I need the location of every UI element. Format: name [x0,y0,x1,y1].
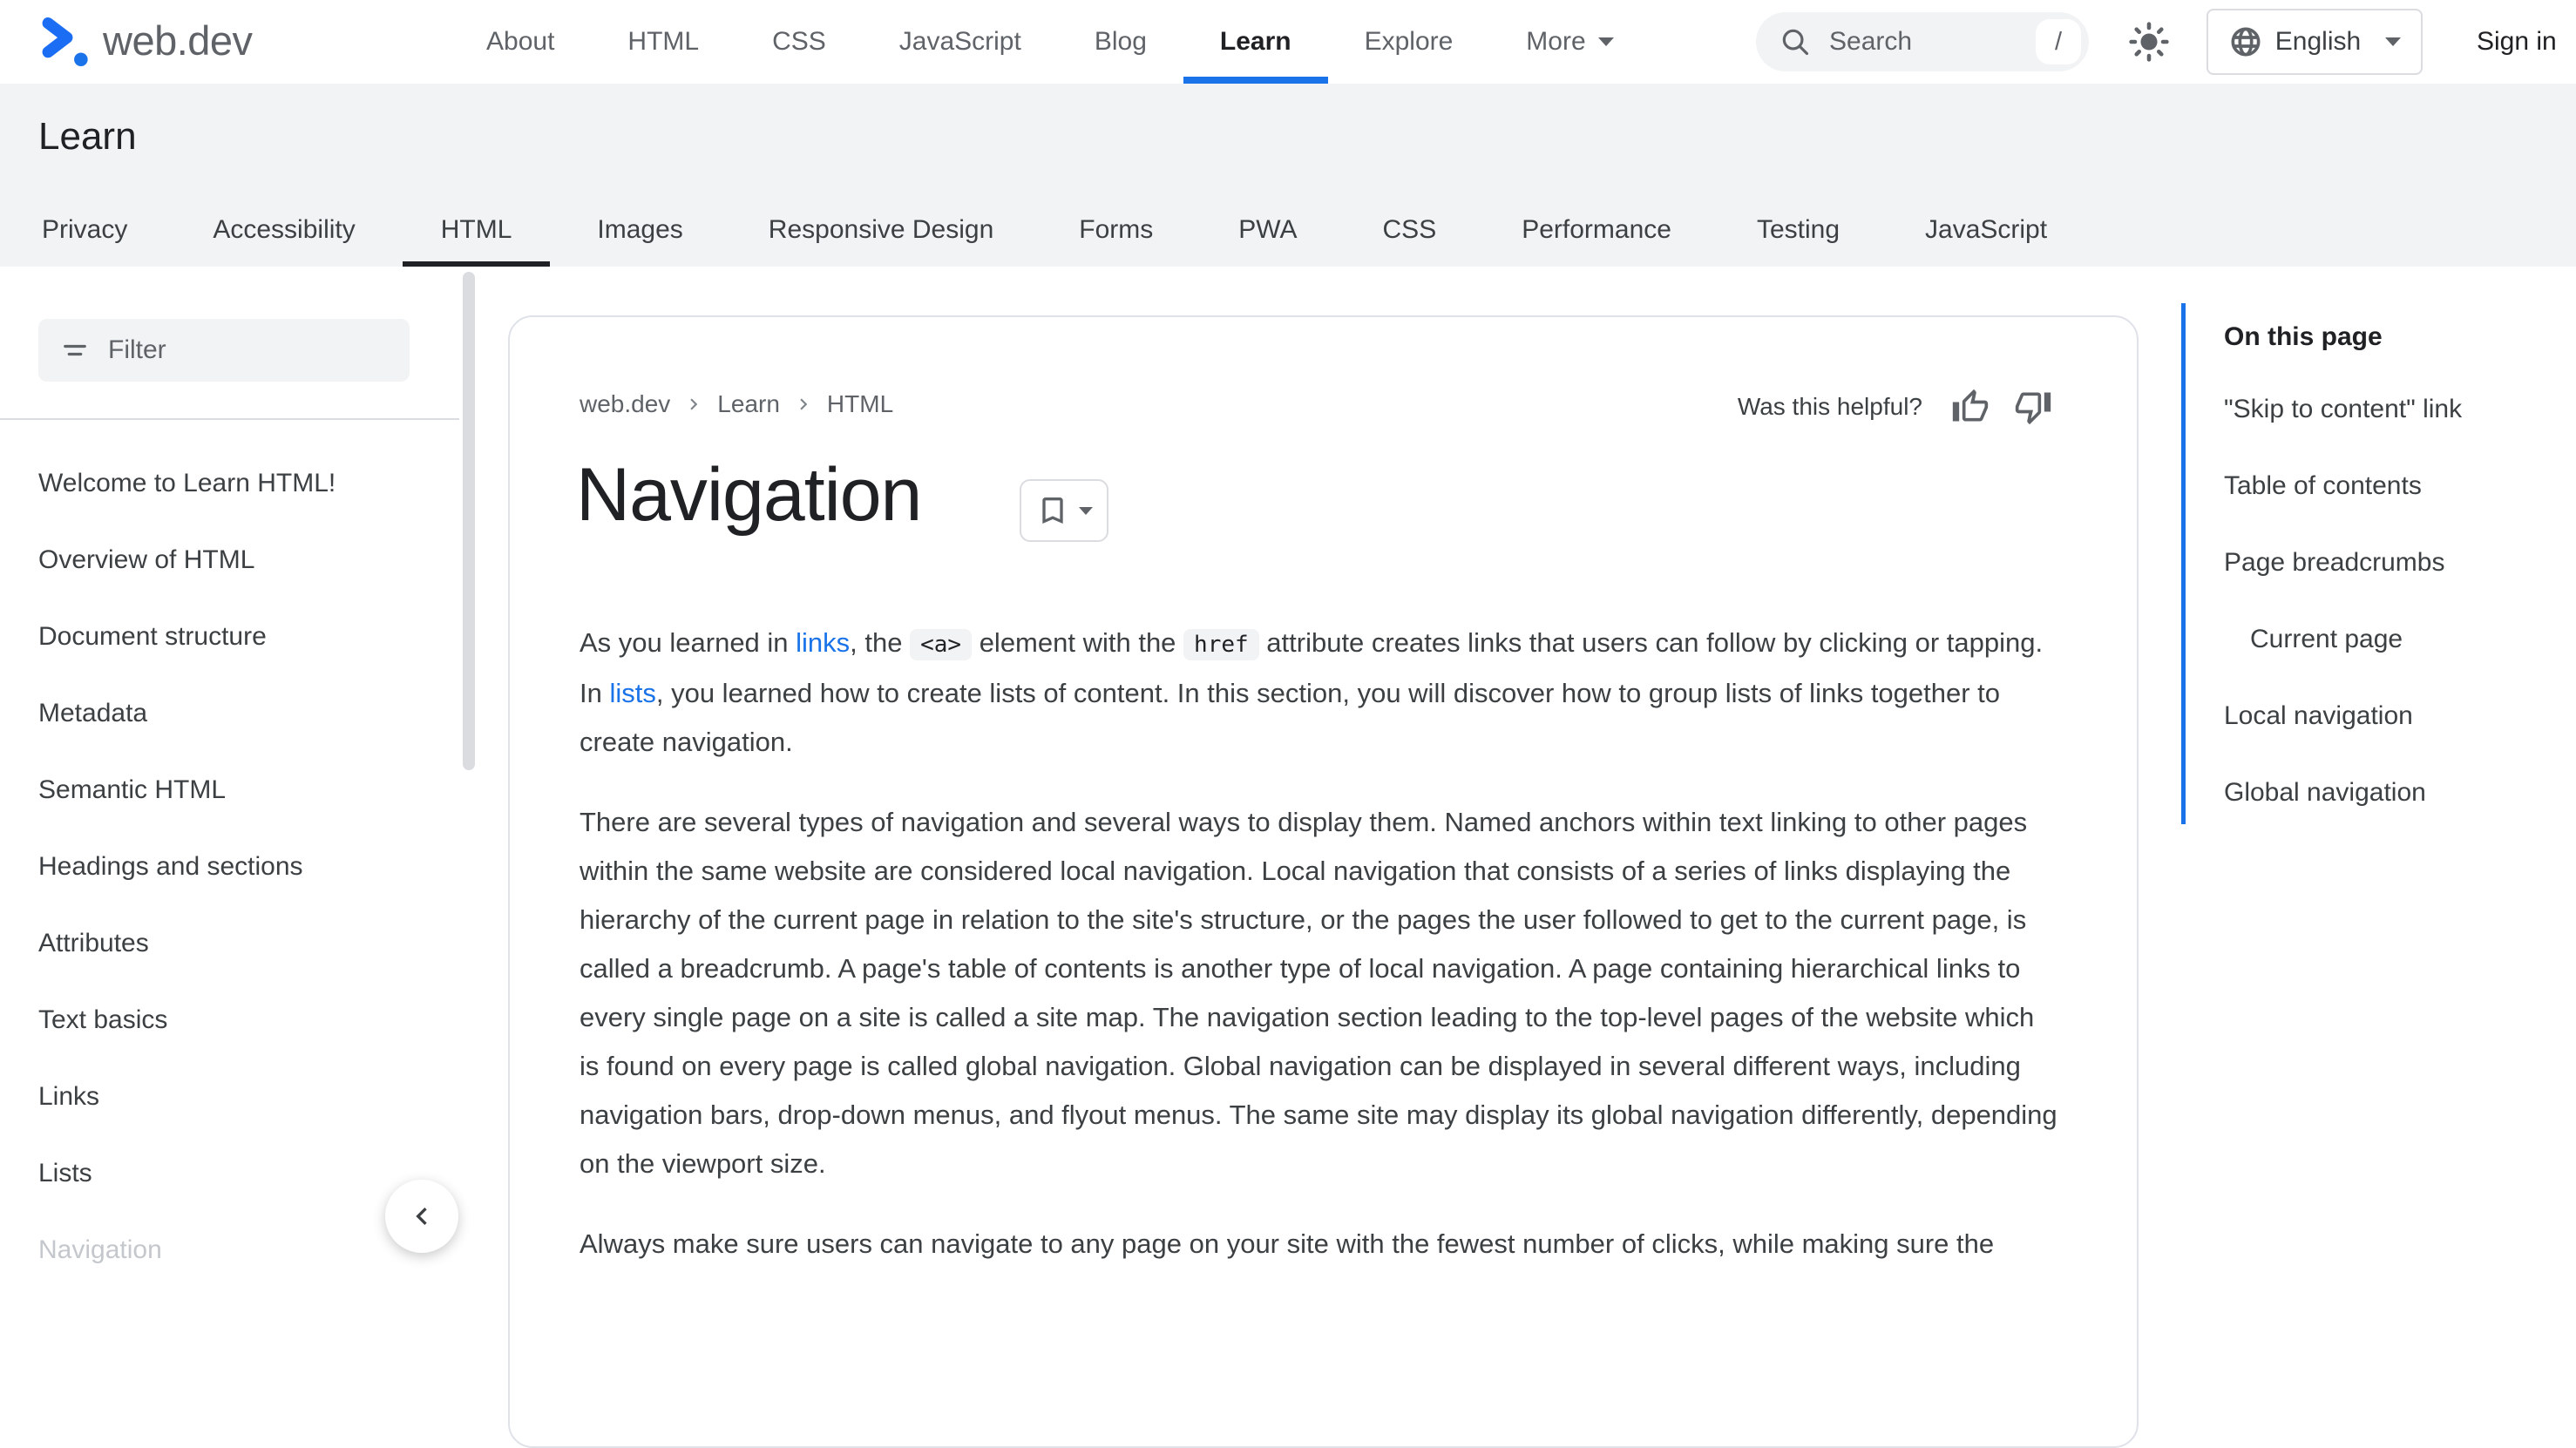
chevron-right-icon [800,398,808,410]
chevron-down-icon [1597,37,1614,46]
chevron-left-icon [416,1208,427,1225]
sidebar-item-headings-sections[interactable]: Headings and sections [38,829,422,905]
breadcrumb-webdev[interactable]: web.dev [580,390,670,418]
toc-item-global-navigation[interactable]: Global navigation [2224,754,2576,831]
webdev-logo-icon [42,17,88,67]
feedback-widget: Was this helpful? [1738,387,2053,427]
toc-item-page-breadcrumbs[interactable]: Page breadcrumbs [2224,524,2576,601]
chevron-down-icon [2385,37,2402,46]
search-icon [1782,29,1809,56]
webdev-logo[interactable]: web.dev [33,12,253,68]
filter-icon [64,344,86,356]
sign-in-link[interactable]: Sign in [2477,0,2557,84]
thumbs-down-icon [2015,392,2051,425]
breadcrumb-learn[interactable]: Learn [717,390,780,418]
breadcrumb-html[interactable]: HTML [827,390,893,418]
nav-item-html[interactable]: HTML [627,0,699,84]
tab-testing[interactable]: Testing [1718,193,1878,267]
course-tabs: Privacy Accessibility HTML Images Respon… [3,193,2085,267]
chevron-right-icon [690,398,698,410]
bookmark-button[interactable] [1020,479,1108,542]
paragraph-intro: As you learned in links, the <a> element… [580,627,2044,757]
paragraph-clicks: Always make sure users can navigate to a… [580,1228,1995,1259]
chevron-down-icon [1079,506,1093,515]
article-title: Navigation [576,453,922,537]
search-placeholder: Search [1829,27,1913,56]
sidebar-item-metadata[interactable]: Metadata [38,675,422,752]
code-span: <a> [910,629,973,660]
tab-html[interactable]: HTML [402,193,551,267]
search-input[interactable]: Search / [1756,12,2089,71]
sidebar-collapse-button[interactable] [385,1180,458,1253]
tab-pwa[interactable]: PWA [1200,193,1335,267]
toc-accent-bar [2181,303,2186,824]
breadcrumb: web.dev Learn HTML [580,390,893,418]
sidebar-item-navigation[interactable]: Navigation [38,1212,422,1289]
nav-item-css[interactable]: CSS [772,0,826,84]
tab-accessibility[interactable]: Accessibility [174,193,393,267]
sidebar-item-lists[interactable]: Lists [38,1135,422,1212]
thumbs-down-button[interactable] [2013,387,2053,427]
sun-icon [2129,22,2169,62]
language-label: English [2274,27,2362,56]
sidebar-item-welcome[interactable]: Welcome to Learn HTML! [38,445,422,522]
sidebar-item-links[interactable]: Links [38,1059,422,1135]
nav-item-blog[interactable]: Blog [1095,0,1147,84]
tab-responsive-design[interactable]: Responsive Design [730,193,1032,267]
sidebar-item-semantic-html[interactable]: Semantic HTML [38,752,422,829]
article-body: As you learned in links, the <a> element… [580,619,2057,1300]
search-shortcut-key: / [2036,19,2081,64]
tab-css[interactable]: CSS [1345,193,1475,267]
on-this-page: On this page "Skip to content" link Tabl… [2224,303,2576,831]
toc-item-current-page[interactable]: Current page [2224,601,2576,678]
theme-toggle-button[interactable] [2125,17,2173,66]
toc-item-skip-to-content[interactable]: "Skip to content" link [2224,371,2576,448]
main-nav: About HTML CSS JavaScript Blog Learn Exp… [486,0,1614,84]
filter-placeholder: Filter [108,335,166,364]
sidebar-item-attributes[interactable]: Attributes [38,905,422,982]
feedback-label: Was this helpful? [1737,393,1922,420]
sidebar-item-overview[interactable]: Overview of HTML [38,522,422,599]
tab-privacy[interactable]: Privacy [3,193,166,267]
inline-link[interactable]: links [796,627,850,658]
globe-icon [2231,27,2261,57]
article-card: web.dev Learn HTML Was this helpful? Nav… [508,315,2139,1448]
nav-item-more[interactable]: More [1526,0,1614,84]
toc-list: "Skip to content" link Table of contents… [2224,371,2576,831]
nav-item-explore[interactable]: Explore [1365,0,1454,84]
sidebar-nav: Welcome to Learn HTML! Overview of HTML … [38,445,422,1289]
toc-heading: On this page [2224,322,2383,351]
top-header: web.dev About HTML CSS JavaScript Blog L… [0,0,2576,84]
inline-link[interactable]: lists [609,678,655,708]
page-title: Learn [38,115,137,158]
nav-item-about[interactable]: About [486,0,554,84]
nav-item-learn[interactable]: Learn [1183,0,1328,84]
paragraph-types: There are several types of navigation an… [580,807,2057,1179]
code-span: href [1183,629,1259,660]
filter-input[interactable]: Filter [38,319,410,382]
tab-images[interactable]: Images [559,193,721,267]
language-selector[interactable]: English [2207,9,2423,75]
nav-more-label: More [1526,27,1586,56]
tab-forms[interactable]: Forms [1041,193,1191,267]
sidebar-item-text-basics[interactable]: Text basics [38,982,422,1059]
sidebar-scrollbar[interactable] [463,272,475,770]
tab-javascript[interactable]: JavaScript [1887,193,2085,267]
sidebar-item-document-structure[interactable]: Document structure [38,599,422,675]
thumbs-up-button[interactable] [1950,387,1990,427]
sidebar-divider [0,418,459,420]
nav-item-javascript[interactable]: JavaScript [899,0,1021,84]
learn-band: Learn Privacy Accessibility HTML Images … [0,84,2576,267]
bookmark-icon [1042,497,1063,524]
thumbs-up-icon [1952,389,1989,422]
logo-wordmark: web.dev [103,17,253,64]
tab-performance[interactable]: Performance [1483,193,1710,267]
toc-item-table-of-contents[interactable]: Table of contents [2224,448,2576,524]
toc-item-local-navigation[interactable]: Local navigation [2224,678,2576,754]
